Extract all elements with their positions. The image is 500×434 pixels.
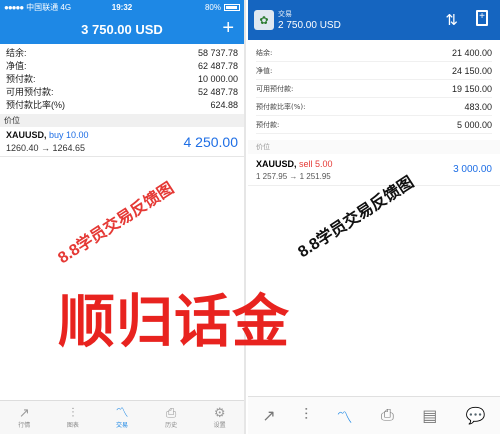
position-row[interactable]: XAUUSD, buy 10.00 1260.40 → 1264.65 4 25… xyxy=(0,127,244,157)
position-profit: 3 000.00 xyxy=(453,164,492,175)
header-subtitle: 交易 xyxy=(278,11,292,18)
position-symbol: XAUUSD, xyxy=(6,130,47,140)
tab-label: 历史 xyxy=(165,423,178,429)
position-symbol-line: XAUUSD, buy 10.00 xyxy=(6,130,89,140)
account-row: 结余: 58 737.78 xyxy=(6,46,238,59)
history-icon[interactable]: ⎙ xyxy=(381,407,394,425)
account-value: 483.00 xyxy=(464,101,492,112)
account-label: 可用预付款: xyxy=(6,87,54,97)
trade-icon: 〽 xyxy=(115,405,129,420)
new-order-icon[interactable]: + xyxy=(476,10,488,26)
position-prices: 1 257.95 → 1 251.95 xyxy=(256,171,331,181)
account-label: 预付款: xyxy=(256,120,280,129)
account-value: 19 150.00 xyxy=(451,83,492,94)
ios-status-bar: ●●●●● 中国联通 4G 19:32 80% xyxy=(0,0,244,14)
overlay-title: 顺归话金 xyxy=(58,290,290,354)
tab-history[interactable]: ⎙ 历史 xyxy=(165,405,178,430)
account-value: 10 000.00 xyxy=(197,73,238,84)
new-order-button[interactable]: + xyxy=(222,17,234,40)
tab-label: 行情 xyxy=(18,423,31,429)
tab-chart[interactable]: ⫶ 图表 xyxy=(66,405,79,430)
account-value: 5 000.00 xyxy=(456,119,492,130)
account-value: 62 487.78 xyxy=(197,60,238,71)
news-icon[interactable]: ▤ xyxy=(422,406,437,426)
tab-label: 图表 xyxy=(66,423,79,429)
account-row: 结余: 21 400.00 xyxy=(256,44,492,62)
account-row: 可用预付款: 19 150.00 xyxy=(256,80,492,98)
account-label: 净值: xyxy=(6,61,27,71)
app-logo-icon: ✿ xyxy=(254,10,274,30)
trade-icon[interactable]: 〽 xyxy=(337,404,353,428)
position-side: buy 10.00 xyxy=(49,130,89,140)
account-row: 预付款比率(%) 624.88 xyxy=(6,98,238,111)
position-row[interactable]: XAUUSD, sell 5.00 1 257.95 → 1 251.95 3 … xyxy=(248,154,500,186)
account-row: 预付款: 10 000.00 xyxy=(6,72,238,85)
tab-trade[interactable]: 〽交易 xyxy=(115,405,129,430)
account-label: 预付款: xyxy=(6,74,36,84)
position-profit: 4 250.00 xyxy=(183,133,239,150)
chart-icon[interactable]: ⫶ xyxy=(304,407,308,425)
balance-title: 2 750.00 USD xyxy=(278,20,341,31)
position-symbol-line: XAUUSD, sell 5.00 xyxy=(256,159,333,169)
account-value: 58 737.78 xyxy=(197,47,238,58)
account-row: 预付款比率(%): 483.00 xyxy=(256,98,492,116)
account-label: 可用预付款: xyxy=(256,84,294,93)
account-label: 预付款比率(%): xyxy=(256,102,306,111)
quotes-icon: ↗ xyxy=(18,405,30,420)
account-value: 52 487.78 xyxy=(197,86,238,97)
position-prices: 1260.40 → 1264.65 xyxy=(6,143,86,153)
position-symbol: XAUUSD, xyxy=(256,158,297,169)
trade-header: 3 750.00 USD + xyxy=(0,14,244,44)
status-time: 19:32 xyxy=(111,2,133,12)
positions-section-header: 价位 xyxy=(248,140,500,154)
ios-tab-bar: ↗ 行情 ⫶ 图表 〽交易 ⎙ 历史 ⚙ 设置 xyxy=(0,400,244,434)
chart-icon: ⫶ xyxy=(71,405,75,420)
balance-title: 3 750.00 USD xyxy=(81,21,163,37)
chat-icon[interactable]: 💬 xyxy=(466,406,486,426)
positions-section-header: 价位 xyxy=(0,114,244,127)
screenshot-stage: ●●●●● 中国联通 4G 19:32 80% 3 750.00 USD + 结… xyxy=(0,0,500,434)
tab-quotes[interactable]: ↗ 行情 xyxy=(18,405,31,430)
quotes-icon[interactable]: ↗ xyxy=(262,406,275,426)
android-header: ✿ 交易 2 750.00 USD ⇅ + xyxy=(248,0,500,40)
account-row: 净值: 62 487.78 xyxy=(6,59,238,72)
sort-icon[interactable]: ⇅ xyxy=(445,11,458,29)
account-row: 净值: 24 150.00 xyxy=(256,62,492,80)
account-value: 624.88 xyxy=(210,99,238,110)
account-label: 预付款比率(%) xyxy=(6,100,65,110)
account-value: 24 150.00 xyxy=(451,65,492,76)
tab-label: 交易 xyxy=(115,423,128,429)
account-row: 预付款: 5 000.00 xyxy=(256,116,492,134)
gear-icon: ⚙ xyxy=(213,405,226,420)
tab-label: 设置 xyxy=(213,423,226,429)
account-row: 可用预付款: 52 487.78 xyxy=(6,85,238,98)
account-label: 净值: xyxy=(256,66,273,75)
battery-icon xyxy=(224,3,240,11)
account-summary: 结余: 58 737.78 净值: 62 487.78 预付款: 10 000.00 … xyxy=(0,44,244,111)
position-side: sell 5.00 xyxy=(299,158,333,169)
account-label: 结余: xyxy=(6,48,27,58)
tab-settings[interactable]: ⚙ 设置 xyxy=(213,405,226,430)
account-value: 21 400.00 xyxy=(451,47,492,58)
account-label: 结余: xyxy=(256,48,273,57)
account-summary: 结余: 21 400.00 净值: 24 150.00 可用预付款: 19 150.0… xyxy=(248,40,500,134)
history-icon: ⎙ xyxy=(165,405,177,420)
android-tab-bar: ↗ ⫶ 〽 ⎙ ▤ 💬 xyxy=(248,396,500,434)
